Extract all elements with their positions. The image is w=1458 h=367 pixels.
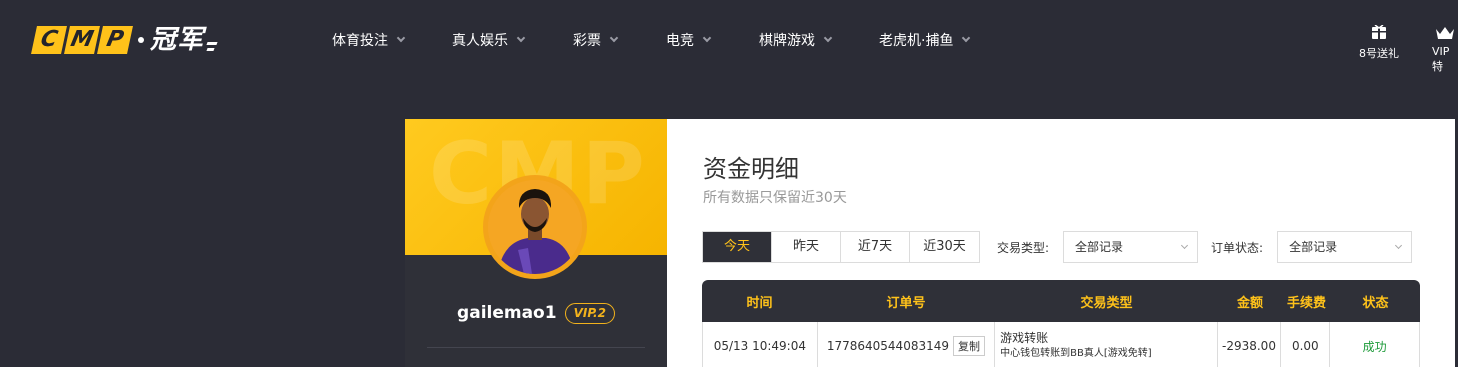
nav-item-live-casino[interactable]: 真人娱乐 (452, 30, 573, 50)
chevron-down-icon (823, 33, 833, 43)
gift-icon (1368, 24, 1390, 42)
transaction-type: 游戏转账 (1000, 331, 1049, 345)
transaction-type-value: 全部记录 (1075, 240, 1124, 254)
cell-status: 成功 (1362, 339, 1387, 354)
nav-item-card-games[interactable]: 棋牌游戏 (759, 30, 879, 50)
gift-promo-link[interactable]: 8号送礼 (1359, 24, 1399, 61)
order-status-value: 全部记录 (1289, 240, 1338, 254)
nav-item-label: 真人娱乐 (452, 33, 508, 49)
crown-icon (1434, 24, 1456, 42)
profile-divider (427, 347, 645, 348)
column-header-fee: 手续费 (1286, 295, 1326, 311)
nav-item-label: 棋牌游戏 (759, 33, 815, 49)
transaction-detail: 中心钱包转账到BB真人[游戏免转] (1000, 348, 1152, 359)
vip-level-badge: VIP.2 (564, 302, 615, 324)
cell-type: 游戏转账 中心钱包转账到BB真人[游戏免转] (995, 322, 1218, 367)
nav-item-label: 彩票 (573, 33, 601, 49)
main-nav: 体育投注 真人娱乐 彩票 电竞 棋牌游戏 老虎机·捕鱼 (332, 30, 999, 50)
fund-details-panel: 资金明细 所有数据只保留近30天 今天 昨天 近7天 近30天 交易类型: 全部… (667, 119, 1455, 367)
transaction-type-select[interactable]: 全部记录 (1063, 231, 1199, 263)
username: gailemao1 (457, 303, 557, 323)
order-status-select[interactable]: 全部记录 (1277, 231, 1413, 263)
order-number: 1778640544083149 (826, 339, 949, 353)
page-title: 资金明细 (703, 155, 799, 183)
nav-item-lottery[interactable]: 彩票 (573, 30, 666, 50)
logo-letter: M (64, 26, 100, 54)
logo-dot (138, 37, 144, 43)
page-subtitle: 所有数据只保留近30天 (703, 190, 847, 206)
vip-link[interactable]: VIP特 (1432, 24, 1458, 74)
transactions-table: 时间 订单号 交易类型 金额 手续费 状态 05/13 10:49:04 177… (702, 280, 1420, 367)
site-logo[interactable]: C M P 冠军 (31, 24, 218, 56)
date-tab-7-days[interactable]: 近7天 (841, 232, 910, 262)
chevron-down-icon (396, 33, 406, 43)
table-row: 05/13 10:49:04 1778640544083149 复制 游戏转账 … (702, 322, 1420, 367)
vip-link-label: VIP特 (1432, 45, 1450, 73)
date-range-tabs: 今天 昨天 近7天 近30天 (702, 231, 980, 263)
table-header: 时间 订单号 交易类型 金额 手续费 状态 (702, 280, 1420, 322)
logo-letter: C (31, 26, 67, 54)
logo-letter: P (97, 26, 133, 54)
chevron-down-icon (516, 33, 526, 43)
nav-item-sports[interactable]: 体育投注 (332, 30, 452, 50)
nav-item-label: 电竞 (666, 33, 694, 49)
avatar[interactable] (483, 175, 587, 279)
chevron-down-icon (609, 33, 619, 43)
date-tab-30-days[interactable]: 近30天 (910, 232, 979, 262)
nav-item-label: 体育投注 (332, 33, 388, 49)
profile-card: CMP gailemao1 VIP.2 (405, 119, 667, 367)
column-header-order-no: 订单号 (886, 295, 926, 311)
order-status-label: 订单状态: (1211, 240, 1264, 255)
cell-fee: 0.00 (1281, 322, 1331, 367)
nav-item-slots-fishing[interactable]: 老虎机·捕鱼 (879, 30, 999, 50)
logo-chinese-text: 冠军 (150, 25, 205, 55)
transaction-type-label: 交易类型: (997, 240, 1050, 255)
chevron-down-icon (962, 33, 971, 43)
date-tab-today[interactable]: 今天 (703, 232, 772, 262)
top-navigation-bar: C M P 冠军 体育投注 真人娱乐 彩票 电竞 棋牌游戏 老虎机·捕鱼 8号送… (0, 0, 1458, 80)
column-header-type: 交易类型 (1080, 295, 1133, 311)
nav-item-esports[interactable]: 电竞 (666, 30, 759, 50)
column-header-status: 状态 (1362, 295, 1389, 311)
copy-order-button[interactable]: 复制 (953, 336, 985, 356)
column-header-time: 时间 (746, 295, 773, 311)
username-row: gailemao1 VIP.2 (405, 301, 667, 325)
column-header-amount: 金额 (1236, 295, 1263, 311)
chevron-down-icon (1395, 241, 1403, 250)
chevron-down-icon (1181, 241, 1189, 250)
nav-item-label: 老虎机·捕鱼 (879, 33, 954, 49)
logo-speed-lines (206, 41, 218, 51)
cell-order-no: 1778640544083149 复制 (818, 322, 996, 367)
chevron-down-icon (702, 33, 712, 43)
gift-promo-label: 8号送礼 (1359, 47, 1399, 60)
cell-time: 05/13 10:49:04 (703, 322, 818, 367)
filter-bar: 今天 昨天 近7天 近30天 交易类型: 全部记录 订单状态: 全部记录 (702, 231, 1413, 263)
cell-amount: -2938.00 (1218, 322, 1282, 367)
date-tab-yesterday[interactable]: 昨天 (772, 232, 841, 262)
logo-cmp-letters: C M P (31, 26, 133, 54)
